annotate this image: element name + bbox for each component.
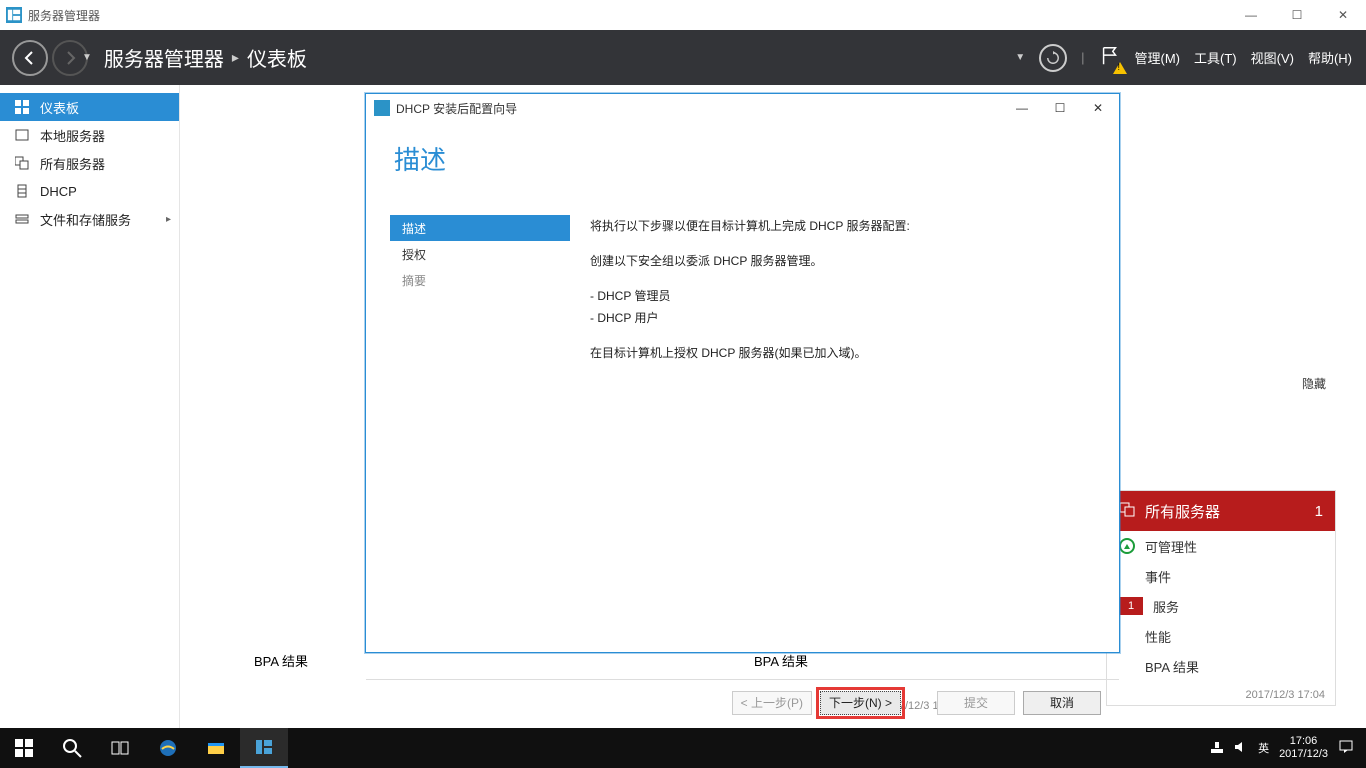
dialog-footer: < 上一步(P) 下一步(N) > 提交 取消 <box>366 679 1119 725</box>
wizard-step-summary: 摘要 <box>390 267 570 293</box>
storage-icon <box>14 211 30 227</box>
sidebar-item-label: 文件和存储服务 <box>40 210 131 229</box>
sidebar-item-file-storage[interactable]: 文件和存储服务 ▸ <box>0 205 179 233</box>
dialog-body-text: 将执行以下步骤以便在目标计算机上完成 DHCP 服务器配置: 创建以下安全组以委… <box>570 215 1095 679</box>
wizard-step-description[interactable]: 描述 <box>390 215 570 241</box>
tile-row-bpa[interactable]: BPA 结果 <box>1107 651 1335 681</box>
dialog-maximize-button[interactable]: ☐ <box>1047 101 1073 115</box>
dashboard-icon <box>14 99 30 115</box>
nav-history-dropdown[interactable]: ▼ <box>82 52 92 63</box>
window-maximize-button[interactable]: ☐ <box>1274 0 1320 30</box>
tray-notifications-icon[interactable] <box>1338 739 1354 758</box>
window-titlebar: 服务器管理器 — ☐ ✕ <box>0 0 1366 30</box>
chevron-right-icon: ▸ <box>166 214 171 225</box>
breadcrumb: 服务器管理器 ▸ 仪表板 <box>104 43 307 72</box>
tile-title: 所有服务器 <box>1145 501 1220 522</box>
sidebar-item-label: 本地服务器 <box>40 126 105 145</box>
cancel-button[interactable]: 取消 <box>1023 691 1101 715</box>
chevron-right-icon: ▸ <box>232 49 239 66</box>
breadcrumb-root[interactable]: 服务器管理器 <box>104 43 224 72</box>
nav-back-button[interactable] <box>12 40 48 76</box>
dialog-titlebar[interactable]: DHCP 安装后配置向导 — ☐ ✕ <box>366 94 1119 122</box>
sidebar-item-dhcp[interactable]: DHCP <box>0 177 179 205</box>
taskbar-ie[interactable] <box>144 728 192 768</box>
sidebar-item-label: DHCP <box>40 184 77 199</box>
taskbar-server-manager[interactable] <box>240 728 288 768</box>
main-content: 隐藏 1 BPA 结果 BPA 结果 2017/12/3 17:04 所有服务器… <box>180 85 1366 728</box>
nav-sidebar: 仪表板 本地服务器 所有服务器 DHCP 文件和存储服务 ▸ <box>0 85 180 728</box>
search-button[interactable] <box>48 728 96 768</box>
next-button[interactable]: 下一步(N) > <box>820 691 901 715</box>
tile-timestamp: 2017/12/3 17:04 <box>1107 681 1335 705</box>
tile-row-events[interactable]: 事件 <box>1107 561 1335 591</box>
app-header: ▼ 服务器管理器 ▸ 仪表板 ▼ | 管理(M) 工具(T) 视图(V) 帮助(… <box>0 30 1366 85</box>
breadcrumb-dropdown[interactable]: ▼ <box>1015 52 1025 63</box>
refresh-button[interactable] <box>1039 44 1067 72</box>
sidebar-item-dashboard[interactable]: 仪表板 <box>0 93 179 121</box>
sidebar-item-label: 仪表板 <box>40 98 79 117</box>
tile-header: 所有服务器 1 <box>1107 491 1335 531</box>
dhcp-wizard-dialog: DHCP 安装后配置向导 — ☐ ✕ 描述 描述 授权 摘要 将执行以下步骤以便… <box>365 93 1120 653</box>
tile-row-services[interactable]: 1 服务 <box>1107 591 1335 621</box>
prev-button: < 上一步(P) <box>732 691 812 715</box>
start-button[interactable] <box>0 728 48 768</box>
server-icon <box>14 127 30 143</box>
window-close-button[interactable]: ✕ <box>1320 0 1366 30</box>
tray-ime[interactable]: 英 <box>1258 740 1269 756</box>
tray-network-icon[interactable] <box>1210 740 1224 757</box>
dialog-title: DHCP 安装后配置向导 <box>396 100 517 117</box>
tile-all-servers[interactable]: 所有服务器 1 可管理性 事件 1 服务 性能 BPA 结果 <box>1106 490 1336 706</box>
servers-icon <box>1119 501 1135 521</box>
menu-manage[interactable]: 管理(M) <box>1135 48 1181 67</box>
sidebar-item-label: 所有服务器 <box>40 154 105 173</box>
dialog-minimize-button[interactable]: — <box>1009 101 1035 115</box>
sidebar-item-all-servers[interactable]: 所有服务器 <box>0 149 179 177</box>
tile-row-performance[interactable]: 性能 <box>1107 621 1335 651</box>
window-minimize-button[interactable]: — <box>1228 0 1274 30</box>
breadcrumb-current: 仪表板 <box>247 43 307 72</box>
sidebar-item-local-server[interactable]: 本地服务器 <box>0 121 179 149</box>
wizard-step-authorization[interactable]: 授权 <box>390 241 570 267</box>
tray-volume-icon[interactable] <box>1234 740 1248 757</box>
tile-count: 1 <box>1315 503 1323 520</box>
tray-clock[interactable]: 17:06 2017/12/3 <box>1279 735 1328 761</box>
wizard-steps: 描述 授权 摘要 <box>390 215 570 679</box>
error-badge: 1 <box>1119 597 1143 615</box>
app-icon <box>374 100 390 116</box>
menu-view[interactable]: 视图(V) <box>1251 48 1294 67</box>
dhcp-icon <box>14 183 30 199</box>
menu-help[interactable]: 帮助(H) <box>1308 48 1352 67</box>
commit-button: 提交 <box>937 691 1015 715</box>
notifications-flag-icon[interactable] <box>1099 45 1121 70</box>
menu-tools[interactable]: 工具(T) <box>1194 48 1237 67</box>
warning-badge-icon <box>1113 62 1127 74</box>
taskbar-explorer[interactable] <box>192 728 240 768</box>
window-title: 服务器管理器 <box>28 7 100 24</box>
dialog-close-button[interactable]: ✕ <box>1085 101 1111 115</box>
app-icon <box>6 7 22 23</box>
hide-link[interactable]: 隐藏 <box>1302 375 1326 392</box>
tile-row-manageability[interactable]: 可管理性 <box>1107 531 1335 561</box>
taskbar: 英 17:06 2017/12/3 <box>0 728 1366 768</box>
dialog-heading: 描述 <box>394 140 1119 177</box>
servers-icon <box>14 155 30 171</box>
status-up-icon <box>1119 538 1135 554</box>
task-view-button[interactable] <box>96 728 144 768</box>
